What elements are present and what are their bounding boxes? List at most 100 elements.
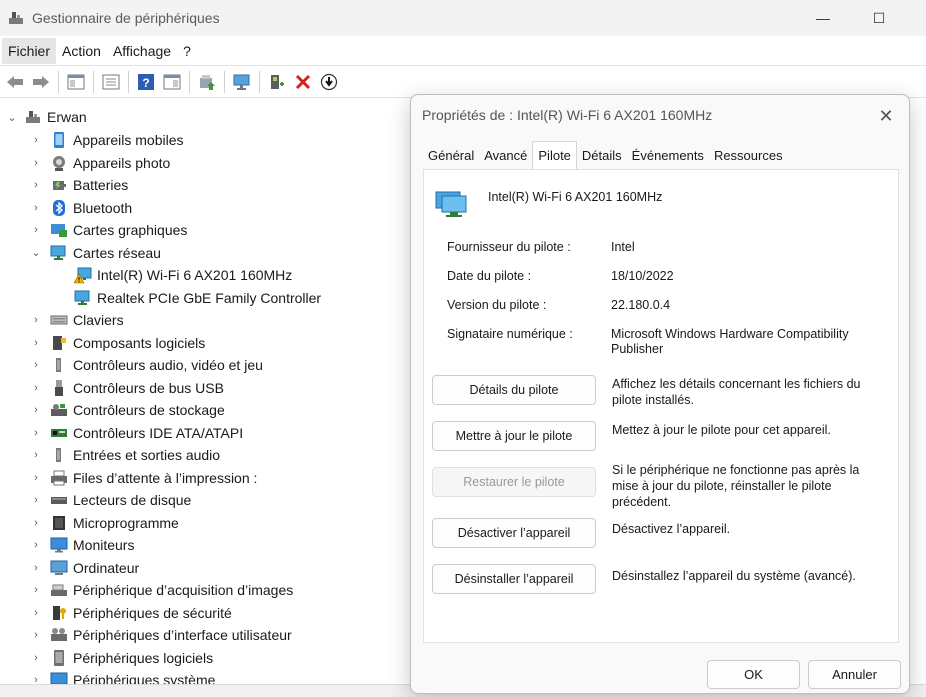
help-icon[interactable]: ? — [135, 71, 157, 93]
tree-category[interactable]: › Contrôleurs de stockage — [30, 399, 225, 421]
tree-category[interactable]: › Moniteurs — [30, 534, 134, 556]
tree-category[interactable]: › Périphérique d’acquisition d’images — [30, 579, 293, 601]
uninstall-device-button[interactable]: Désinstaller l’appareil — [432, 564, 596, 594]
tree-category[interactable]: › Batteries — [30, 174, 128, 196]
tree-category[interactable]: ⌄ Cartes réseau — [30, 242, 161, 264]
menu-help[interactable]: ? — [177, 38, 197, 64]
tree-item-label: Appareils photo — [73, 154, 171, 171]
tree-category[interactable]: › Ordinateur — [30, 557, 139, 579]
tree-category[interactable]: › Bluetooth — [30, 197, 132, 219]
tree-category[interactable]: › Appareils mobiles — [30, 129, 184, 151]
chevron-right-icon[interactable]: › — [30, 652, 42, 664]
view-icon[interactable] — [161, 71, 183, 93]
tab-avance[interactable]: Avancé — [479, 143, 532, 169]
show-hide-tree-icon[interactable] — [65, 71, 87, 93]
ok-button[interactable]: OK — [707, 660, 800, 689]
network-adapter-icon — [50, 244, 68, 262]
chevron-right-icon[interactable]: › — [30, 494, 42, 506]
cancel-button[interactable]: Annuler — [808, 660, 901, 689]
properties-icon[interactable] — [100, 71, 122, 93]
chevron-right-icon[interactable]: › — [30, 674, 42, 684]
window-title: Gestionnaire de périphériques — [32, 10, 220, 26]
tree-category[interactable]: › Composants logiciels — [30, 332, 205, 354]
chevron-right-icon[interactable]: › — [30, 584, 42, 596]
update-driver-button[interactable]: Mettre à jour le pilote — [432, 421, 596, 451]
maximize-button[interactable]: ☐ — [856, 0, 902, 36]
tree-item-label: Lecteurs de disque — [73, 492, 192, 508]
tree-category[interactable]: › Périphériques système — [30, 669, 215, 684]
chevron-right-icon[interactable]: › — [30, 179, 42, 191]
close-icon[interactable]: ✕ — [875, 105, 897, 127]
tree-item-label: Contrôleurs de stockage — [73, 402, 225, 418]
tree-category[interactable]: › Claviers — [30, 309, 123, 331]
tree-category[interactable]: › Contrôleurs de bus USB — [30, 377, 224, 399]
tree-category[interactable]: › Entrées et sorties audio — [30, 444, 220, 466]
tree-category[interactable]: › Microprogramme — [30, 512, 179, 534]
menu-action[interactable]: Action — [56, 38, 107, 64]
forward-icon[interactable] — [30, 71, 52, 93]
tree-category[interactable]: › Contrôleurs IDE ATA/ATAPI — [30, 422, 243, 444]
chevron-right-icon[interactable]: › — [30, 134, 42, 146]
chevron-down-icon[interactable]: ⌄ — [30, 246, 42, 259]
back-icon[interactable] — [4, 71, 26, 93]
scan-hardware-icon[interactable] — [231, 71, 253, 93]
chevron-right-icon[interactable]: › — [30, 359, 42, 371]
phone-icon — [50, 131, 68, 149]
chevron-right-icon[interactable]: › — [30, 427, 42, 439]
add-driver-icon[interactable] — [266, 71, 288, 93]
tree-category[interactable]: › Files d’attente à l’impression : — [30, 467, 257, 489]
tree-category[interactable]: › Périphériques logiciels — [30, 647, 213, 669]
tree-item-label: Entrées et sorties audio — [73, 447, 221, 463]
tree-child-item[interactable]: Realtek PCIe GbE Family Controller — [74, 287, 321, 309]
tree-root[interactable]: ⌄ Erwan — [6, 106, 86, 128]
network-adapter-icon — [74, 289, 92, 307]
date-label: Date du pilote : — [447, 269, 532, 283]
chevron-right-icon[interactable]: › — [30, 224, 42, 236]
tree-item-label: Realtek PCIe GbE Family Controller — [97, 289, 322, 306]
tree-category[interactable]: › Lecteurs de disque — [30, 489, 191, 511]
disable-device-icon[interactable] — [318, 71, 340, 93]
disable-device-button[interactable]: Désactiver l’appareil — [432, 518, 596, 548]
chevron-right-icon[interactable]: › — [30, 539, 42, 551]
chevron-right-icon[interactable]: › — [30, 202, 42, 214]
chevron-right-icon[interactable]: › — [30, 472, 42, 484]
toolbar-separator — [189, 70, 190, 93]
software-device-icon — [50, 649, 68, 667]
driver-details-button[interactable]: Détails du pilote — [432, 375, 596, 405]
tree-item-label: Cartes réseau — [73, 244, 161, 261]
chevron-right-icon[interactable]: › — [30, 404, 42, 416]
chevron-right-icon[interactable]: › — [30, 314, 42, 326]
tree-item-label: Périphériques de sécurité — [73, 604, 232, 621]
ide-controller-icon — [50, 424, 68, 442]
chevron-right-icon[interactable]: › — [30, 449, 42, 461]
tree-category[interactable]: › Cartes graphiques — [30, 219, 187, 241]
menu-fichier[interactable]: Fichier — [2, 37, 57, 64]
tree-category[interactable]: › Contrôleurs audio, vidéo et jeu — [30, 354, 263, 376]
tree-item-label: Contrôleurs audio, vidéo et jeu — [73, 357, 263, 373]
chevron-right-icon[interactable]: › — [30, 157, 42, 169]
menu-affichage[interactable]: Affichage — [107, 38, 177, 64]
chevron-right-icon[interactable]: › — [30, 517, 42, 529]
tab-details[interactable]: Détails — [577, 143, 627, 169]
tree-item-label: Appareils mobiles — [73, 132, 184, 148]
chevron-right-icon[interactable]: › — [30, 629, 42, 641]
chevron-right-icon[interactable]: › — [30, 607, 42, 619]
tab-ressources[interactable]: Ressources — [709, 143, 788, 169]
chevron-right-icon[interactable]: › — [30, 337, 42, 349]
rollback-driver-button[interactable]: Restaurer le pilote — [432, 467, 596, 497]
uninstall-device-icon[interactable] — [292, 71, 314, 93]
tree-category[interactable]: › Périphériques d’interface utilisateur — [30, 624, 292, 646]
tab-pilote[interactable]: Pilote — [532, 141, 577, 169]
tree-category[interactable]: › Périphériques de sécurité — [30, 602, 232, 624]
chevron-down-icon[interactable]: ⌄ — [6, 111, 18, 124]
chevron-right-icon[interactable]: › — [30, 382, 42, 394]
tree-category[interactable]: › Appareils photo — [30, 152, 170, 174]
tree-child-item[interactable]: Intel(R) Wi-Fi 6 AX201 160MHz — [74, 264, 292, 286]
properties-dialog: Propriétés de : Intel(R) Wi-Fi 6 AX201 1… — [410, 94, 910, 694]
tab-evenements[interactable]: Événements — [627, 143, 709, 169]
minimize-button[interactable]: — — [800, 0, 846, 36]
toolbar-separator — [259, 70, 260, 93]
chevron-right-icon[interactable]: › — [30, 562, 42, 574]
update-driver-icon[interactable] — [196, 71, 218, 93]
tab-general[interactable]: Général — [423, 143, 479, 169]
